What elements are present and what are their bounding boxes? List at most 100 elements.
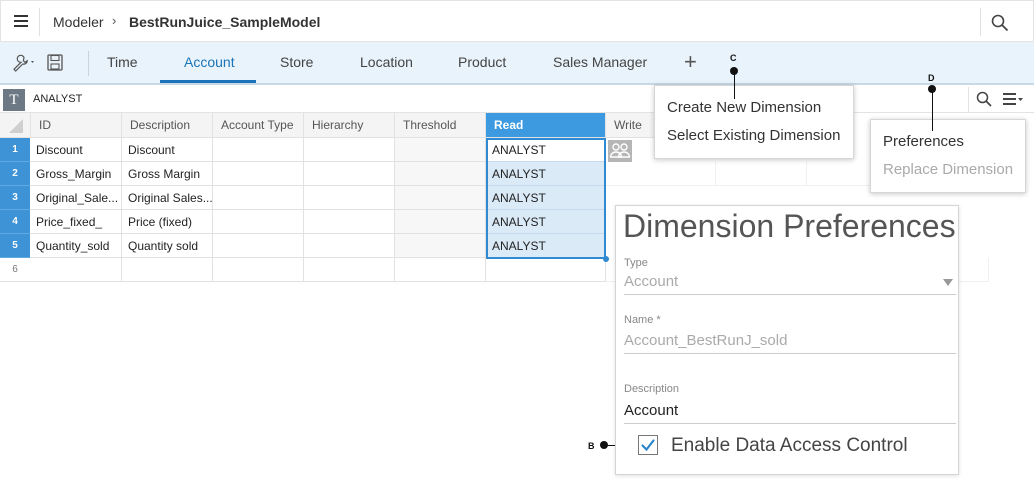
cell-hierarchy[interactable] xyxy=(304,162,395,186)
cell-read[interactable]: ANALYST xyxy=(486,162,606,186)
cell-threshold[interactable] xyxy=(395,234,486,258)
users-icon[interactable] xyxy=(608,140,632,162)
callout-d-label: D xyxy=(928,73,935,83)
panel-title: Dimension Preferences xyxy=(623,208,956,244)
cell-hierarchy[interactable] xyxy=(304,258,395,282)
cell-read[interactable]: ANALYST xyxy=(486,234,606,258)
cell-description[interactable]: Original Sales... xyxy=(122,186,213,210)
replace-dimension-item: Replace Dimension xyxy=(883,161,1014,178)
checkmark-icon xyxy=(641,439,655,452)
divider xyxy=(980,8,981,36)
search-icon[interactable] xyxy=(976,91,992,107)
row-number[interactable]: 3 xyxy=(0,186,30,210)
column-header-threshold[interactable]: Threshold xyxy=(395,113,486,138)
cell-description[interactable]: Discount xyxy=(122,138,213,162)
dimension-preferences-panel: Dimension Preferences Type Account Name … xyxy=(615,205,959,475)
wrench-icon[interactable] xyxy=(11,54,37,72)
row-number[interactable]: 6 xyxy=(0,258,30,282)
cell-account-type[interactable] xyxy=(213,186,304,210)
data-access-control-checkbox[interactable] xyxy=(638,435,658,455)
search-icon[interactable] xyxy=(991,14,1009,32)
row-number[interactable]: 5 xyxy=(0,234,30,258)
data-access-control-label: Enable Data Access Control xyxy=(671,435,908,456)
type-label: Type xyxy=(624,257,648,269)
cell-account-type[interactable] xyxy=(213,138,304,162)
cell-description[interactable]: Gross Margin xyxy=(122,162,213,186)
chevron-down-icon[interactable] xyxy=(943,279,953,286)
name-field[interactable]: Account_BestRunJ_sold xyxy=(624,332,787,349)
cell-id[interactable] xyxy=(30,258,122,282)
cell-read[interactable]: ANALYST xyxy=(486,210,606,234)
description-label: Description xyxy=(624,383,680,395)
callout-d-line xyxy=(932,89,933,131)
column-header-id[interactable]: ID xyxy=(31,113,122,138)
cell-id[interactable]: Price_fixed_ xyxy=(30,210,122,234)
divider xyxy=(968,87,969,113)
active-tab-indicator xyxy=(160,80,256,83)
cell-threshold[interactable] xyxy=(395,258,486,282)
dimension-settings-menu: Preferences Replace Dimension xyxy=(870,119,1026,193)
cell-description[interactable] xyxy=(122,258,213,282)
formula-bar: T ANALYST xyxy=(0,87,1034,113)
divider xyxy=(88,51,89,76)
breadcrumb-modeler[interactable]: Modeler xyxy=(53,14,104,30)
tab-product[interactable]: Product xyxy=(458,54,506,70)
cell-write[interactable] xyxy=(606,162,716,186)
cell-read[interactable]: ANALYST xyxy=(486,186,606,210)
cell-account-type[interactable] xyxy=(213,234,304,258)
column-header-account-type[interactable]: Account Type xyxy=(213,113,304,138)
callout-b-label: B xyxy=(588,441,595,451)
tab-store[interactable]: Store xyxy=(280,54,313,70)
type-select[interactable]: Account xyxy=(624,273,678,290)
tab-account[interactable]: Account xyxy=(184,54,235,70)
cell-threshold[interactable] xyxy=(395,186,486,210)
cell-id[interactable]: Quantity_sold xyxy=(30,234,122,258)
add-dimension-icon[interactable]: + xyxy=(684,49,697,75)
name-label: Name * xyxy=(624,314,661,326)
text-type-icon: T xyxy=(3,89,25,111)
cell-hierarchy[interactable] xyxy=(304,138,395,162)
cell-read[interactable]: ANALYST xyxy=(486,138,606,162)
cell-read[interactable] xyxy=(486,258,606,282)
cell-hierarchy[interactable] xyxy=(304,186,395,210)
cell-threshold[interactable] xyxy=(395,162,486,186)
menu-icon[interactable] xyxy=(14,15,28,27)
select-existing-dimension-item[interactable]: Select Existing Dimension xyxy=(655,122,853,150)
tab-time[interactable]: Time xyxy=(107,54,138,70)
cell-account-type[interactable] xyxy=(213,258,304,282)
callout-c-label: C xyxy=(730,53,737,63)
dimension-tab-bar: Time Account Store Location Product Sale… xyxy=(0,42,1034,85)
divider xyxy=(39,8,40,36)
cell-id[interactable]: Original_Sale... xyxy=(30,186,122,210)
cell-hierarchy[interactable] xyxy=(304,210,395,234)
cell-account-type[interactable] xyxy=(213,210,304,234)
model-title: BestRunJuice_SampleModel xyxy=(129,14,321,30)
grid-cell[interactable] xyxy=(716,162,807,186)
save-icon[interactable] xyxy=(47,54,63,71)
row-number[interactable]: 2 xyxy=(0,162,30,186)
cell-hierarchy[interactable] xyxy=(304,234,395,258)
cell-id[interactable]: Gross_Margin xyxy=(30,162,122,186)
list-settings-icon[interactable] xyxy=(1003,92,1025,106)
formula-input[interactable]: ANALYST xyxy=(33,93,82,105)
column-header-read[interactable]: Read xyxy=(486,113,606,138)
cell-description[interactable]: Quantity sold xyxy=(122,234,213,258)
tab-location[interactable]: Location xyxy=(360,54,413,70)
column-header-hierarchy[interactable]: Hierarchy xyxy=(304,113,395,138)
cell-id[interactable]: Discount xyxy=(30,138,122,162)
tab-sales-manager[interactable]: Sales Manager xyxy=(553,54,647,70)
cell-description[interactable]: Price (fixed) xyxy=(122,210,213,234)
row-number[interactable]: 1 xyxy=(0,138,30,162)
description-field[interactable]: Account xyxy=(624,402,678,419)
fill-handle[interactable] xyxy=(603,256,609,262)
create-new-dimension-item[interactable]: Create New Dimension xyxy=(655,94,853,122)
cell-threshold[interactable] xyxy=(395,138,486,162)
cell-account-type[interactable] xyxy=(213,162,304,186)
row-number[interactable]: 4 xyxy=(0,210,30,234)
column-header-description[interactable]: Description xyxy=(122,113,213,138)
corner-cell[interactable] xyxy=(0,113,31,138)
cell-threshold[interactable] xyxy=(395,210,486,234)
column-header-write[interactable]: Write xyxy=(606,113,656,138)
add-dimension-menu: Create New Dimension Select Existing Dim… xyxy=(654,85,854,159)
preferences-item[interactable]: Preferences xyxy=(871,128,1025,156)
